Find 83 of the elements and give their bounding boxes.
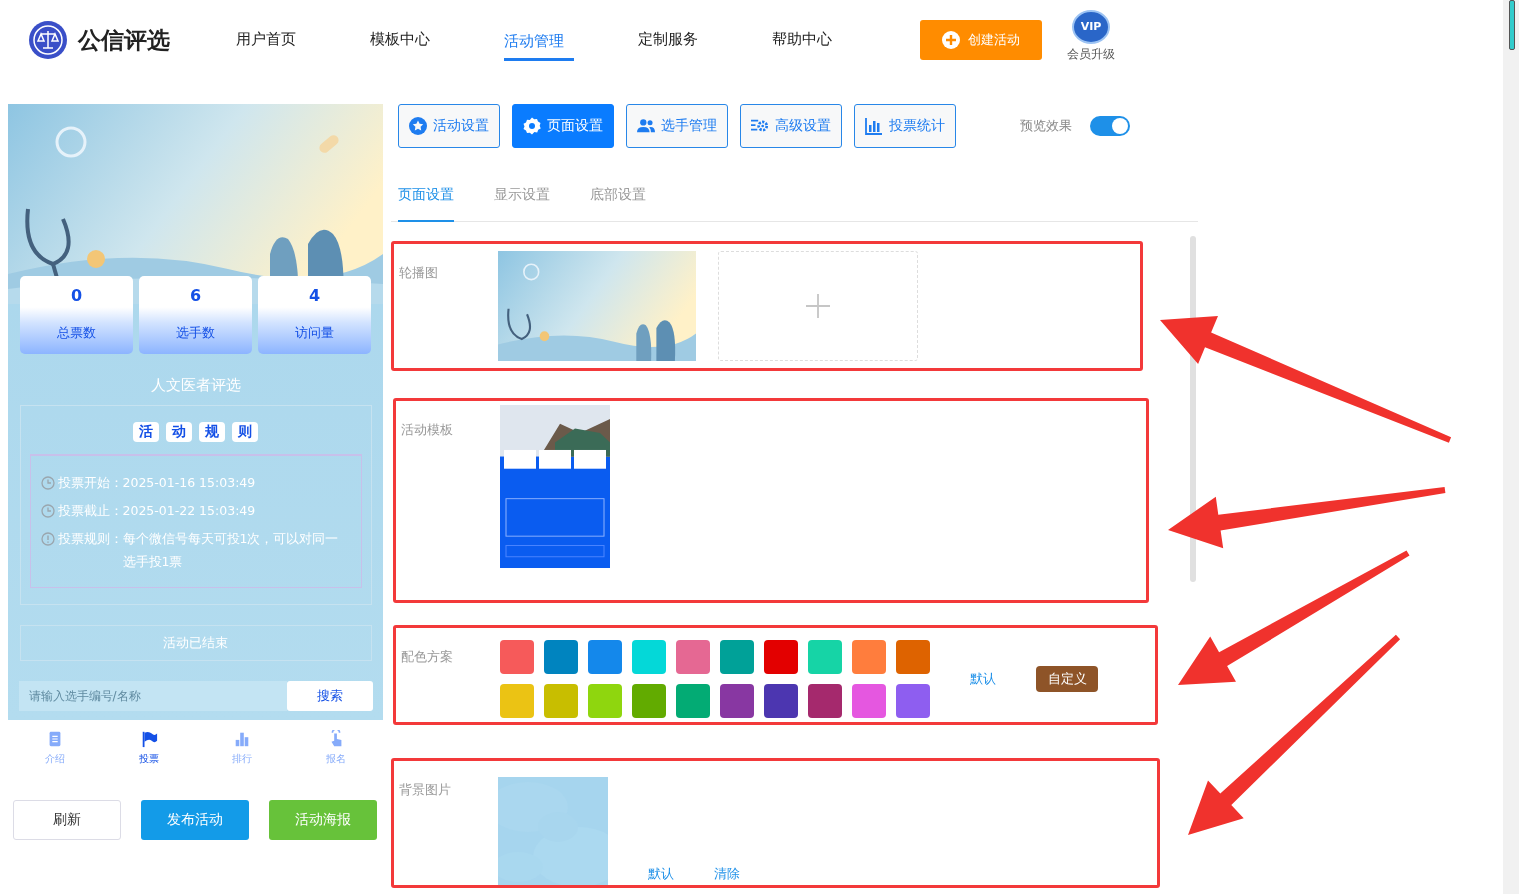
tab-bar-item[interactable]: 排行 (195, 720, 290, 776)
vip-upgrade-link[interactable]: 会员升级 (1067, 45, 1115, 63)
default-link[interactable]: 默认 (648, 865, 674, 883)
color-swatch[interactable] (808, 639, 842, 674)
color-swatch[interactable] (632, 683, 666, 718)
toolbar-tab[interactable]: 选手管理 (626, 104, 728, 148)
star-circle-icon (409, 117, 427, 135)
tab-bar-item[interactable]: 投票 (101, 720, 196, 776)
page-scrollbar[interactable] (1503, 0, 1519, 894)
nav-link[interactable]: 模板中心 (370, 19, 504, 59)
color-swatch[interactable] (676, 639, 710, 674)
color-swatch[interactable] (852, 683, 886, 718)
rules-heading-char: 活 (133, 422, 159, 442)
toolbar-tab[interactable]: 投票统计 (854, 104, 956, 148)
rule-value: 2025-01-22 15:03:49 (122, 502, 257, 520)
rules-heading-char: 规 (199, 422, 225, 442)
nav-link[interactable]: 定制服务 (638, 19, 772, 59)
color-swatch[interactable] (500, 639, 534, 674)
stat-value: 0 (70, 286, 83, 305)
search-button[interactable]: 搜索 (286, 681, 373, 711)
scales-logo-icon (28, 20, 68, 60)
color-swatch[interactable] (588, 683, 622, 718)
field-label: 配色方案 (400, 648, 454, 666)
toolbar-tab[interactable]: 高级设置 (740, 104, 842, 148)
stat-value: 6 (189, 286, 202, 305)
tab-bar-item[interactable]: 介绍 (8, 720, 102, 776)
activity-title: 人文医者评选 (150, 376, 241, 395)
rule-label: 投票截止： (57, 502, 123, 520)
field-label: 轮播图 (398, 264, 439, 282)
settings-icon (523, 117, 541, 135)
custom-button[interactable]: 自定义 (1036, 665, 1098, 692)
tab-bar-item[interactable]: 报名 (289, 720, 383, 776)
stat-label: 总票数 (57, 324, 96, 342)
rules-heading-char: 则 (232, 422, 258, 442)
action-button[interactable]: 活动海报 (269, 800, 377, 840)
color-swatch[interactable] (896, 683, 930, 718)
nav-link[interactable]: 用户首页 (236, 19, 370, 59)
stat-label: 访问量 (295, 324, 334, 342)
color-swatch[interactable] (676, 683, 710, 718)
clear-link[interactable]: 清除 (714, 865, 740, 883)
color-swatch[interactable] (720, 683, 754, 718)
plus-icon (806, 294, 830, 318)
color-swatch[interactable] (544, 683, 578, 718)
rule-value: 2025-01-16 15:03:49 (122, 474, 257, 492)
vip-badge[interactable]: VIP (1072, 9, 1110, 44)
activity-ended-banner: 活动已结束 (19, 625, 372, 661)
rule-label: 投票开始： (57, 474, 123, 492)
settings-tab[interactable]: 底部设置 (590, 176, 646, 221)
settings-tab[interactable]: 页面设置 (398, 176, 454, 222)
color-swatch[interactable] (896, 639, 930, 674)
color-swatch[interactable] (720, 639, 754, 674)
stat-value: 4 (308, 286, 321, 305)
default-link[interactable]: 默认 (970, 669, 996, 688)
clock-icon (40, 504, 55, 518)
search-field[interactable]: 请输入选手编号/名称 (18, 681, 287, 711)
create-activity-button[interactable]: 创建活动 (920, 20, 1042, 60)
clock-icon (40, 476, 55, 490)
color-swatch[interactable] (764, 639, 798, 674)
rule-label: 投票规则： (57, 530, 123, 548)
color-swatch[interactable] (632, 639, 666, 674)
color-swatch[interactable] (500, 683, 534, 718)
color-swatch[interactable] (588, 639, 622, 674)
stat-label: 选手数 (176, 324, 215, 342)
bar-chart-icon (865, 117, 883, 135)
nav-link[interactable]: 帮助中心 (772, 19, 906, 59)
exclamation-icon (40, 532, 55, 546)
users-icon (637, 117, 655, 135)
preview-toggle[interactable] (1090, 116, 1130, 136)
action-button[interactable]: 发布活动 (141, 800, 249, 840)
action-button[interactable]: 刷新 (13, 800, 121, 840)
field-label: 背景图片 (398, 781, 452, 799)
brand-name: 公信评选 (78, 25, 170, 55)
color-swatch[interactable] (808, 683, 842, 718)
settings-tab[interactable]: 显示设置 (494, 176, 550, 221)
plus-circle-icon (942, 31, 960, 49)
preview-label: 预览效果 (1020, 117, 1072, 135)
toolbar-tab[interactable]: 活动设置 (398, 104, 500, 148)
toolbar-tab[interactable]: 页面设置 (512, 104, 614, 148)
color-swatch[interactable] (544, 639, 578, 674)
color-swatch[interactable] (764, 683, 798, 718)
field-label: 活动模板 (400, 421, 454, 439)
color-swatch[interactable] (852, 639, 886, 674)
rules-heading-char: 动 (166, 422, 192, 442)
